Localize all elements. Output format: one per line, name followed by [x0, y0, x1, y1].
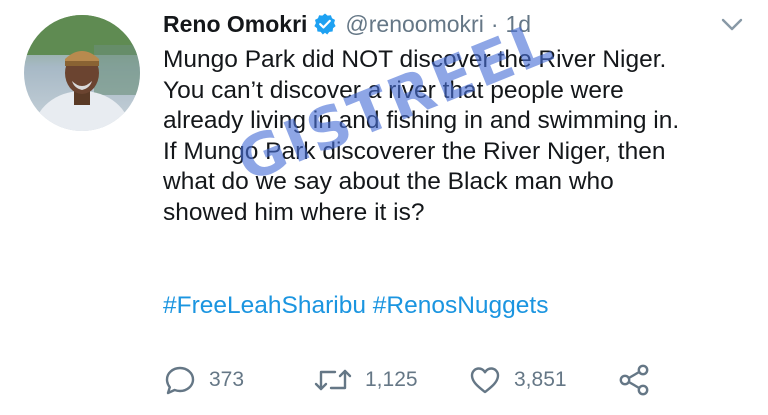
chevron-down-icon[interactable]: [720, 16, 744, 34]
tweet-actions: 373 1,125 3,851: [0, 360, 768, 400]
avatar[interactable]: [24, 15, 140, 131]
hashtag-link[interactable]: #RenosNuggets: [373, 292, 549, 319]
retweet-button[interactable]: 1,125: [313, 360, 418, 400]
share-icon: [616, 362, 652, 398]
tweet-text-line: showed him where it is?: [163, 198, 425, 226]
hashtag-gap: [366, 292, 373, 319]
hashtag-row: #FreeLeahSharibu #RenosNuggets: [163, 290, 548, 322]
tweet-timestamp[interactable]: 1d: [506, 11, 532, 38]
verified-badge-icon: [313, 12, 337, 36]
tweet-text: Mungo Park did NOT discover the River Ni…: [163, 45, 753, 228]
author-handle[interactable]: @renoomokri: [345, 11, 483, 38]
like-count: 3,851: [514, 368, 567, 391]
tweet-text-line: what do we say about the Black man who: [163, 168, 614, 195]
tweet-card: Reno Omokri @renoomokri · 1d Mungo Park …: [0, 0, 768, 415]
tweet-text-line: Mungo Park did NOT discover the River Ni…: [163, 46, 667, 73]
tweet-text-line: You can’t discover a river that people w…: [163, 76, 624, 104]
heart-icon: [468, 363, 502, 397]
retweet-count: 1,125: [365, 368, 418, 391]
tweet-text-line: If Mungo Park discoverer the River Niger…: [163, 137, 666, 165]
tweet-text-line: already living in and fishing in and swi…: [163, 107, 680, 134]
reply-button[interactable]: 373: [163, 360, 244, 400]
header-separator: ·: [490, 10, 499, 37]
reply-icon: [163, 363, 197, 397]
retweet-icon: [313, 363, 353, 397]
reply-count: 373: [209, 368, 245, 391]
tweet-header: Reno Omokri @renoomokri · 1d: [163, 8, 531, 40]
like-button[interactable]: 3,851: [468, 360, 567, 400]
author-name[interactable]: Reno Omokri: [163, 11, 307, 38]
hashtag-link[interactable]: #FreeLeahSharibu: [163, 292, 366, 319]
share-button[interactable]: [616, 360, 652, 400]
